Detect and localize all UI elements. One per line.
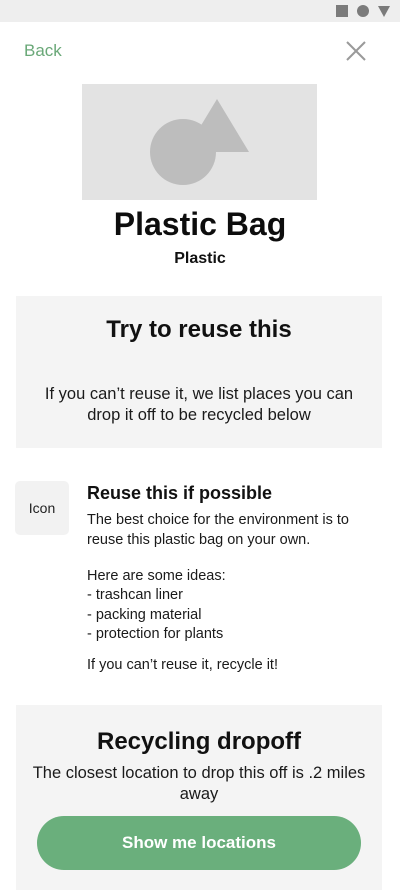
item-material: Plastic bbox=[174, 250, 226, 267]
status-icons bbox=[336, 5, 390, 17]
item-image bbox=[82, 84, 317, 200]
item-title: Plastic Bag bbox=[113, 206, 287, 242]
reuse-card: Try to reuse this If you can’t reuse it,… bbox=[16, 296, 382, 448]
list-item: - protection for plants bbox=[87, 626, 224, 642]
back-link[interactable]: Back bbox=[24, 41, 62, 61]
circle-icon bbox=[357, 5, 369, 17]
reuse-card-title: Try to reuse this bbox=[106, 316, 292, 343]
dropoff-body: The closest location to drop this off is… bbox=[32, 764, 366, 803]
list-item: - trashcan liner bbox=[87, 587, 183, 603]
list-item: - packing material bbox=[87, 606, 202, 623]
triangle-icon bbox=[378, 5, 390, 17]
close-icon bbox=[346, 41, 366, 61]
shapes-placeholder-icon bbox=[150, 99, 249, 185]
tip-footer: If you can’t reuse it, recycle it! bbox=[87, 657, 278, 673]
tip-icon: Icon bbox=[15, 481, 69, 535]
status-bar bbox=[0, 0, 400, 22]
tip-ideas-heading: Here are some ideas: bbox=[87, 568, 226, 584]
reuse-card-body: If you can’t reuse it, we list places yo… bbox=[44, 385, 354, 424]
dropoff-card: Recycling dropoff The closest location t… bbox=[16, 705, 382, 890]
tip-intro: The best choice for the environment is t… bbox=[87, 512, 349, 548]
show-locations-button[interactable]: Show me locations bbox=[37, 816, 361, 870]
dropoff-title: Recycling dropoff bbox=[96, 728, 301, 755]
square-icon bbox=[336, 5, 348, 17]
close-button[interactable] bbox=[345, 40, 367, 62]
tip-ideas-list: - trashcan liner - packing material - pr… bbox=[87, 586, 223, 645]
tip-title: Reuse this if possible bbox=[87, 483, 273, 503]
